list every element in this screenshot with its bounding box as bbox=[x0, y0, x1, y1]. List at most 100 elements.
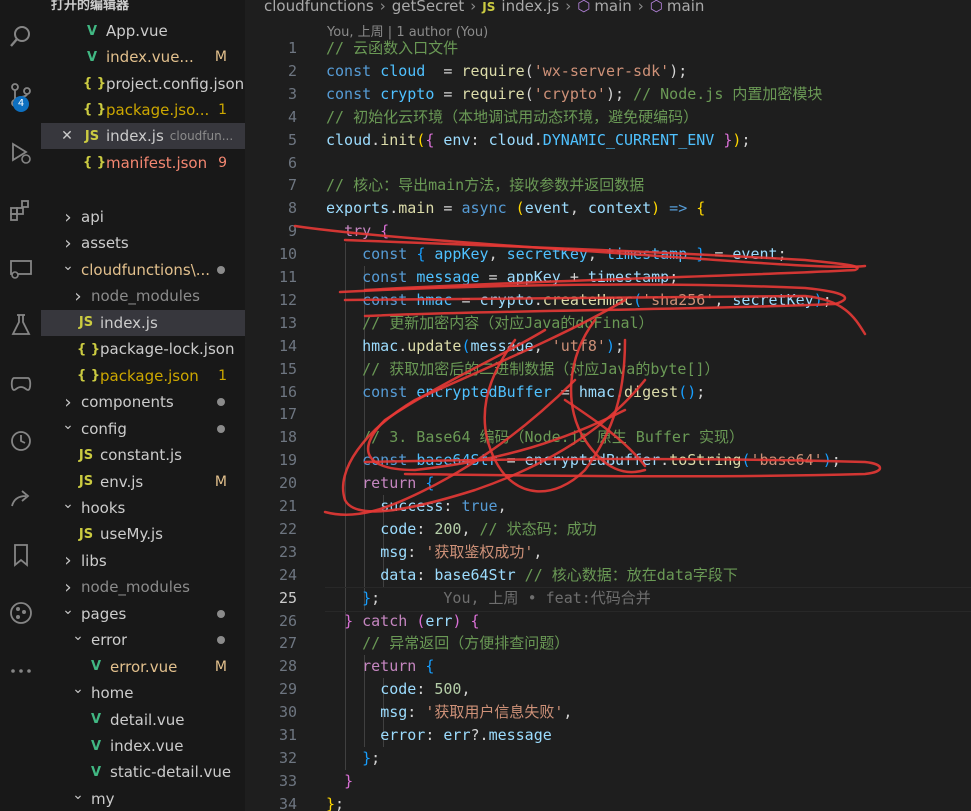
code-token: base64Str bbox=[416, 451, 498, 470]
code-token: 'base64' bbox=[750, 451, 823, 470]
code-line[interactable]: success: true, bbox=[326, 495, 506, 518]
tree-folder[interactable]: ⌄ my bbox=[41, 786, 245, 811]
json-file-icon: { } bbox=[77, 368, 101, 384]
code-line[interactable]: return { bbox=[326, 655, 434, 678]
search-icon[interactable] bbox=[0, 22, 41, 52]
code-line[interactable]: }; You, 上周 • feat:代码合并 bbox=[326, 587, 651, 610]
code-line[interactable]: const cloud = require('wx-server-sdk'); bbox=[326, 60, 687, 83]
git-graph-icon[interactable] bbox=[0, 598, 41, 628]
tree-folder[interactable]: › api bbox=[41, 204, 245, 230]
open-editor-item[interactable]: { } package.jso... 1 bbox=[41, 97, 245, 123]
code-token: , bbox=[533, 542, 543, 561]
tree-file[interactable]: { } package-lock.json bbox=[41, 336, 245, 362]
breadcrumb-item[interactable]: getSecret bbox=[392, 0, 465, 15]
tree-file[interactable]: Vstatic-detail.vue bbox=[41, 759, 245, 785]
code-line[interactable]: code: 200, // 状态码：成功 bbox=[326, 518, 596, 541]
code-line[interactable]: }; bbox=[326, 747, 380, 770]
remote-explorer-icon[interactable] bbox=[0, 254, 41, 284]
code-line[interactable]: return { bbox=[326, 472, 434, 495]
tree-folder[interactable]: › components bbox=[41, 389, 245, 415]
open-editor-item[interactable]: { } manifest.json 9 bbox=[41, 150, 245, 176]
code-line[interactable]: data: base64Str // 核心数据：放在data字段下 bbox=[326, 564, 738, 587]
code-line[interactable]: hmac.update(message, 'utf8'); bbox=[326, 335, 624, 358]
tree-folder[interactable]: › node_modules bbox=[41, 283, 245, 309]
code-token: } bbox=[344, 611, 354, 630]
code-token: ( bbox=[524, 84, 534, 103]
code-line[interactable]: msg: '获取用户信息失败', bbox=[326, 701, 572, 724]
tree-file[interactable]: JS env.js M bbox=[41, 469, 245, 495]
extensions-icon[interactable] bbox=[0, 196, 41, 226]
tree-folder[interactable]: ⌄ pages bbox=[41, 601, 245, 627]
run-debug-icon[interactable] bbox=[0, 138, 41, 168]
code-token: appKey bbox=[506, 268, 561, 286]
timeline-icon[interactable] bbox=[0, 426, 41, 456]
more-icon[interactable] bbox=[0, 656, 41, 686]
testing-icon[interactable] bbox=[0, 310, 41, 340]
tree-folder[interactable]: ⌄ config bbox=[41, 416, 245, 442]
tree-file[interactable]: JS constant.js bbox=[41, 442, 245, 468]
game-icon[interactable] bbox=[0, 368, 41, 398]
open-editor-item[interactable]: ✕ JS index.js cloudfun... bbox=[41, 123, 245, 150]
code-line[interactable]: msg: '获取鉴权成功', bbox=[326, 541, 542, 564]
breadcrumb-item[interactable]: ⬡ main bbox=[650, 0, 705, 15]
code-line[interactable]: const crypto = require('crypto'); // Nod… bbox=[326, 83, 822, 106]
code-token: => bbox=[660, 199, 688, 218]
code-line[interactable]: const base64Str = encryptedBuffer.toStri… bbox=[326, 449, 841, 472]
tree-file[interactable]: JS useMy.js bbox=[41, 521, 245, 547]
tree-file[interactable]: Vindex.vue bbox=[41, 733, 245, 759]
code-line[interactable]: // 3. Base64 编码（Node.js 原生 Buffer 实现） bbox=[326, 426, 744, 449]
code-line[interactable]: // 更新加密内容（对应Java的doFinal） bbox=[326, 312, 653, 335]
tree-file[interactable]: Verror.vue M bbox=[41, 654, 245, 680]
tree-file[interactable]: { } package.json 1 bbox=[41, 363, 245, 389]
line-number: 5 bbox=[287, 130, 297, 149]
timeline-icon-glyph bbox=[10, 431, 31, 451]
tree-folder[interactable]: › libs bbox=[41, 548, 245, 574]
code-line[interactable]: const { appKey, secretKey, timestamp } =… bbox=[326, 243, 786, 266]
open-editor-item[interactable]: { } project.config.json bbox=[41, 71, 245, 97]
bookmark-icon[interactable] bbox=[0, 540, 41, 570]
tree-file[interactable]: Vdetail.vue bbox=[41, 707, 245, 733]
open-editor-item[interactable]: V App.vue bbox=[41, 18, 245, 44]
tree-folder[interactable]: › node_modules bbox=[41, 574, 245, 600]
tree-item-label: error bbox=[91, 631, 128, 650]
code-line[interactable]: } bbox=[326, 770, 353, 793]
code-line[interactable]: } catch (err) { bbox=[326, 610, 479, 633]
code-line[interactable]: const encryptedBuffer = hmac.digest(); bbox=[326, 381, 705, 404]
file-status: M bbox=[214, 658, 227, 675]
open-editors-header[interactable]: 打开的编辑器 bbox=[51, 0, 129, 13]
tree-folder[interactable]: ⌄ home bbox=[41, 680, 245, 706]
breadcrumb-item[interactable]: cloudfunctions bbox=[264, 0, 374, 15]
breadcrumb-item[interactable]: ⬡ main bbox=[577, 0, 632, 15]
code-line[interactable]: exports.main = async (event, context) =>… bbox=[326, 197, 705, 220]
code-line[interactable]: cloud.init({ env: cloud.DYNAMIC_CURRENT_… bbox=[326, 129, 750, 152]
tree-folder[interactable]: ⌄ cloudfunctions\... bbox=[41, 257, 245, 283]
tree-file[interactable]: JS index.js bbox=[41, 309, 245, 336]
code-line[interactable]: const hmac = crypto.createHmac('sha256',… bbox=[326, 289, 832, 312]
code-line[interactable]: code: 500, bbox=[326, 678, 470, 701]
code-line[interactable]: error: err?.message bbox=[326, 724, 552, 747]
code-line[interactable]: // 初始化云环境（本地调试用动态环境，避免硬编码） bbox=[326, 106, 698, 129]
code-line[interactable]: try { bbox=[326, 220, 389, 243]
close-icon[interactable]: ✕ bbox=[41, 128, 83, 144]
chevron-right-icon: › bbox=[64, 576, 72, 598]
tree-folder[interactable]: ⌄ error bbox=[41, 627, 245, 653]
code-line[interactable]: // 异常返回（方便排查问题） bbox=[326, 632, 569, 655]
modified-dot-icon bbox=[217, 398, 225, 407]
breadcrumb-item[interactable]: JS index.js bbox=[482, 0, 559, 15]
code-line[interactable]: // 云函数入口文件 bbox=[326, 37, 458, 60]
code-line[interactable]: // 获取加密后的二进制数据（对应Java的byte[]） bbox=[326, 358, 719, 381]
chevron-right-icon: › bbox=[565, 0, 572, 15]
open-editor-item[interactable]: Vindex.vue... M bbox=[41, 44, 245, 70]
code-line[interactable]: }; bbox=[326, 793, 344, 811]
code-token: cloud bbox=[380, 61, 426, 80]
code-token: '获取用户信息失败' bbox=[425, 703, 564, 722]
open-editor-label: manifest.json bbox=[106, 153, 208, 172]
code-line[interactable]: // 核心：导出main方法，接收参数并返回数据 bbox=[326, 174, 644, 197]
tree-folder[interactable]: › assets bbox=[41, 230, 245, 256]
share-icon[interactable] bbox=[0, 484, 41, 514]
tree-folder[interactable]: ⌄ hooks bbox=[41, 495, 245, 521]
code-line[interactable]: const message = appKey + timestamp; bbox=[326, 266, 678, 289]
